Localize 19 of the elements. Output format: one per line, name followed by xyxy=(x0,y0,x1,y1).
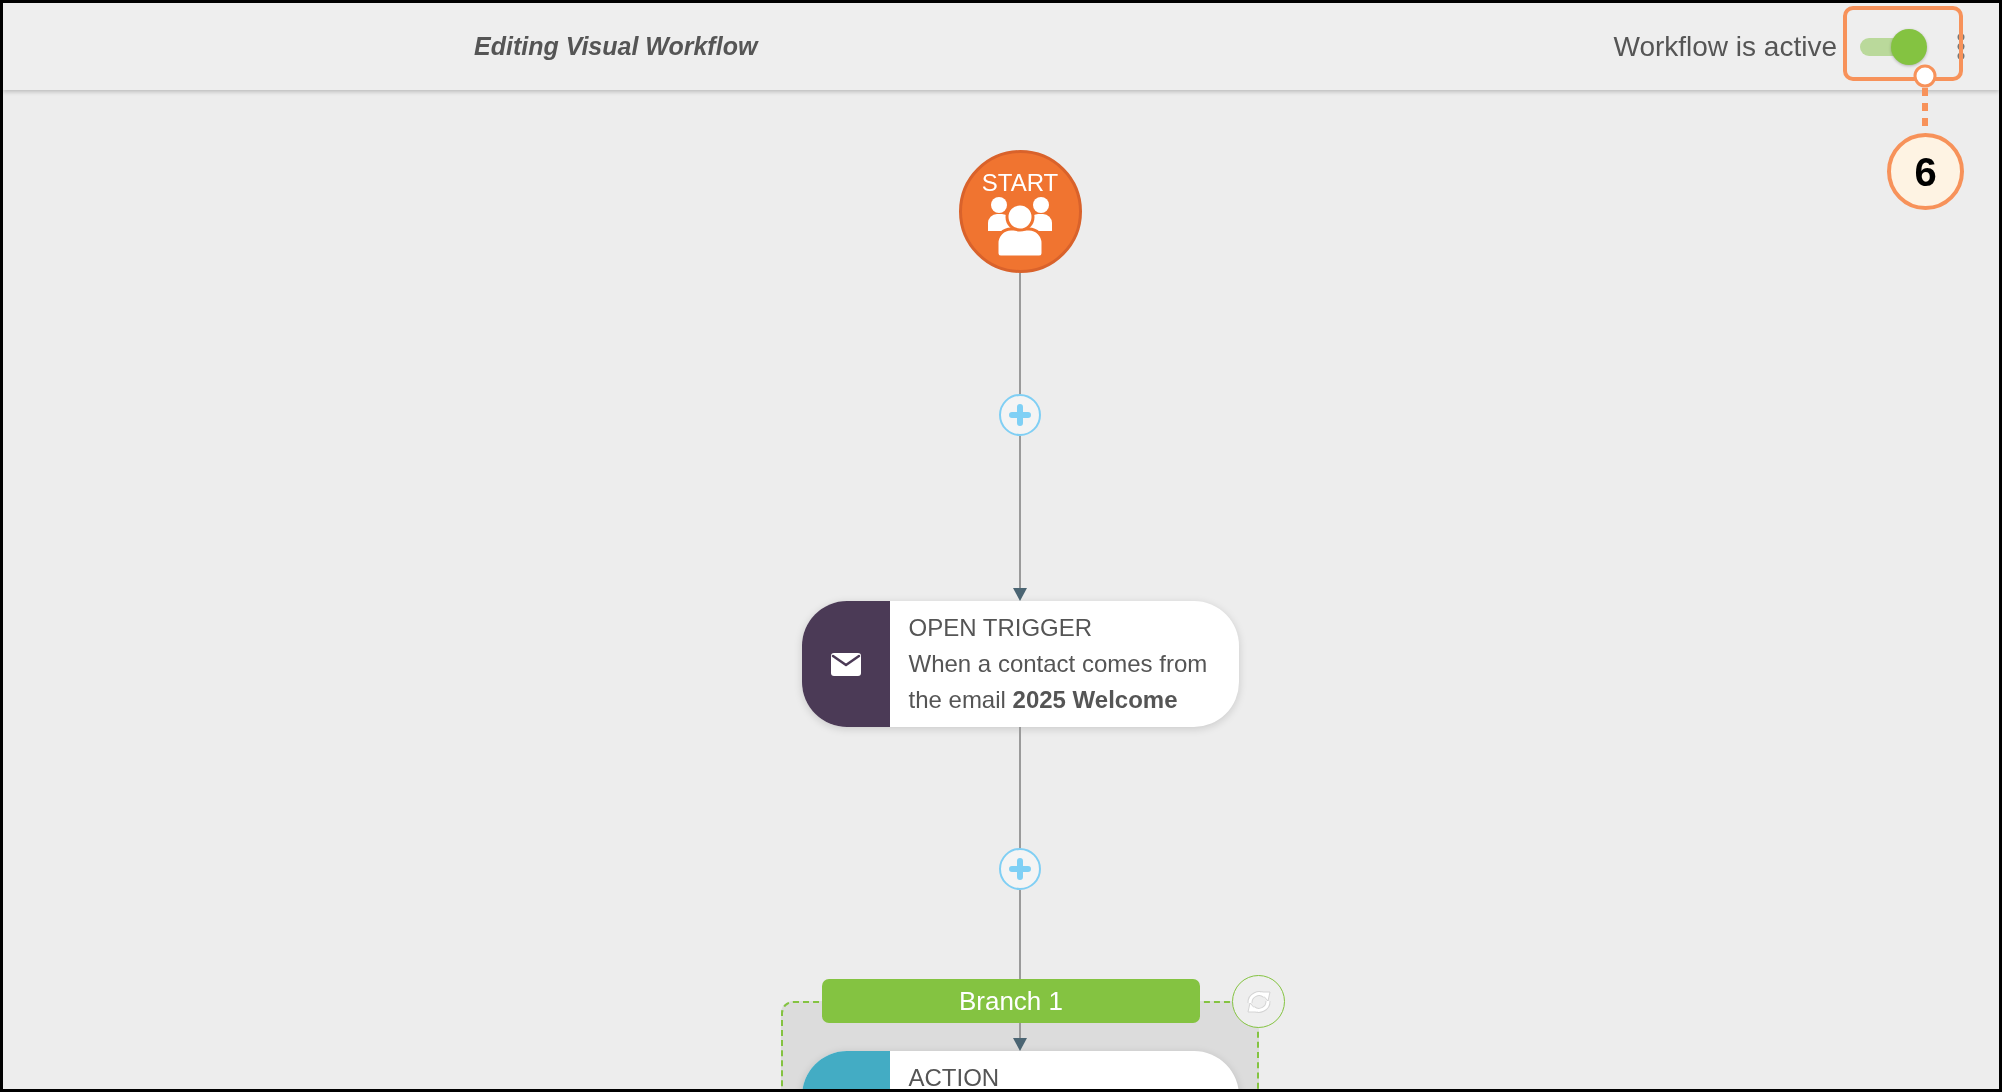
kebab-menu-icon[interactable] xyxy=(1957,33,1965,60)
add-step-button[interactable] xyxy=(999,848,1041,890)
refresh-button[interactable] xyxy=(1232,975,1285,1028)
envelope-icon xyxy=(830,652,861,676)
node-title: ACTION xyxy=(908,1063,1000,1089)
people-icon xyxy=(987,197,1053,259)
workflow-status-label: Workflow is active xyxy=(1613,29,1837,64)
start-label: START xyxy=(981,169,1059,197)
plus-icon xyxy=(1009,404,1031,426)
connector-arrow xyxy=(1013,1023,1027,1051)
action-card[interactable]: ACTION xyxy=(801,1051,1239,1089)
add-step-button[interactable] xyxy=(999,394,1041,436)
toggle-switch[interactable] xyxy=(1860,28,1927,65)
plus-icon xyxy=(1009,858,1031,880)
trigger-card[interactable]: OPEN TRIGGER When a contact comes from the email 2025 Welcome xyxy=(801,601,1239,727)
callout-number: 6 xyxy=(1887,133,1964,210)
node-description: When a contact comes from the email 2025 Welcome xyxy=(908,649,1209,715)
node-title: OPEN TRIGGER xyxy=(908,613,1093,643)
editor-title: Editing Visual Workflow xyxy=(474,30,758,62)
